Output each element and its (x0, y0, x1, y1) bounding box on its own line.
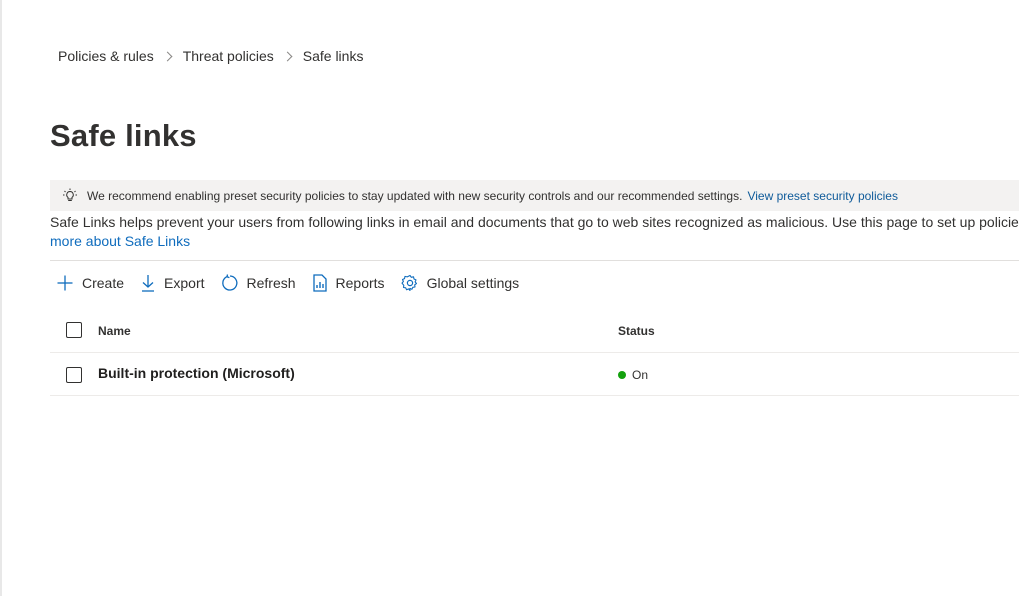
status-text: On (632, 368, 649, 382)
page-title: Safe links (50, 118, 197, 153)
breadcrumb-current: Safe links (302, 48, 364, 64)
column-header-status[interactable]: Status (618, 324, 655, 338)
page-description: Safe Links helps prevent your users from… (50, 214, 1019, 230)
column-header-name[interactable]: Name (98, 324, 131, 338)
gear-icon (401, 274, 419, 292)
global-settings-button[interactable]: Global settings (401, 274, 520, 292)
policy-name[interactable]: Built-in protection (Microsoft) (98, 365, 295, 381)
breadcrumb-policies-rules[interactable]: Policies & rules (58, 48, 154, 64)
export-label: Export (164, 275, 205, 291)
reports-button[interactable]: Reports (312, 274, 385, 292)
refresh-icon (221, 274, 239, 292)
banner-text: We recommend enabling preset security po… (87, 188, 743, 203)
reports-label: Reports (335, 275, 385, 291)
divider (50, 260, 1019, 261)
chevron-right-icon (162, 51, 173, 61)
plus-icon (56, 274, 74, 292)
breadcrumb-threat-policies[interactable]: Threat policies (183, 48, 274, 64)
status-dot-icon (618, 371, 626, 379)
table-row[interactable]: Built-in protection (Microsoft) On (50, 353, 1019, 396)
chevron-right-icon (282, 51, 293, 61)
refresh-button[interactable]: Refresh (221, 274, 296, 292)
download-icon (140, 274, 156, 292)
left-border (0, 0, 2, 596)
status-cell: On (618, 368, 648, 382)
report-icon (312, 274, 328, 292)
breadcrumb: Policies & rules Threat policies Safe li… (58, 48, 363, 64)
lightbulb-icon (62, 188, 78, 204)
create-label: Create (82, 275, 125, 291)
command-bar: Create Export Refresh Reports Global set… (56, 272, 535, 294)
global-settings-label: Global settings (426, 275, 520, 291)
row-checkbox[interactable] (66, 367, 82, 383)
create-button[interactable]: Create (56, 274, 124, 292)
recommendation-banner: We recommend enabling preset security po… (50, 180, 1019, 211)
export-button[interactable]: Export (140, 274, 205, 292)
learn-more-link[interactable]: more about Safe Links (50, 232, 190, 251)
refresh-label: Refresh (246, 275, 296, 291)
view-preset-policies-link[interactable]: View preset security policies (747, 189, 898, 203)
select-all-checkbox[interactable] (66, 322, 82, 338)
table-header: Name Status (50, 312, 1019, 353)
policies-table: Name Status Built-in protection (Microso… (50, 312, 1019, 396)
